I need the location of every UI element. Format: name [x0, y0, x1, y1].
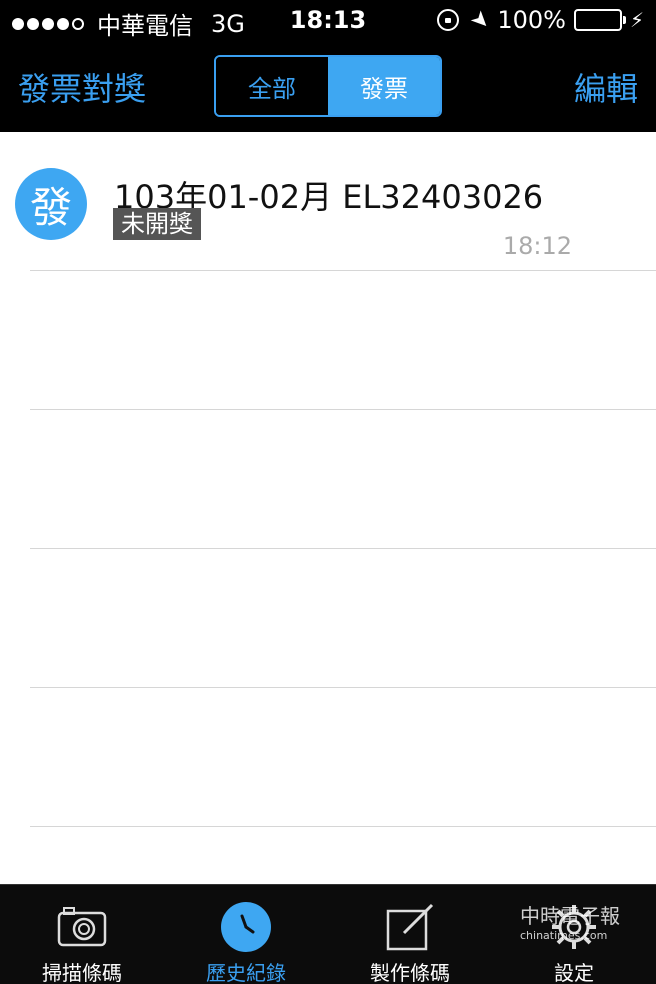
tab-label: 設定 — [554, 961, 594, 984]
clock-icon — [221, 902, 271, 952]
segmented-control: 全部 發票 — [214, 55, 442, 117]
battery-percent: 100% — [497, 6, 566, 34]
empty-row — [0, 688, 656, 827]
tab-history[interactable]: 歷史紀錄 — [164, 885, 328, 984]
empty-row — [0, 410, 656, 549]
status-badge: 未開獎 — [113, 208, 201, 240]
avatar: 發 — [15, 168, 87, 240]
status-right: ➤ 100% ⚡ — [436, 4, 644, 36]
charging-bolt-icon: ⚡ — [629, 8, 644, 32]
row-divider — [30, 826, 656, 827]
battery-icon — [573, 9, 626, 31]
tab-label: 掃描條碼 — [42, 961, 122, 984]
history-list: 發 103年01-02月 EL32403026 未開獎 18:12 — [0, 132, 656, 884]
watermark-sub: chinatimes.com — [520, 929, 608, 942]
list-item[interactable]: 發 103年01-02月 EL32403026 未開獎 18:12 — [0, 132, 656, 271]
edit-icon — [386, 903, 434, 951]
status-bar: 中華電信 3G 18:13 ➤ 100% ⚡ — [0, 0, 656, 40]
camera-icon — [57, 907, 107, 947]
tab-scan[interactable]: 掃描條碼 — [0, 885, 164, 984]
edit-button[interactable]: 編輯 — [574, 64, 638, 110]
navigation-bar: 發票對獎 全部 發票 編輯 — [0, 40, 656, 132]
watermark-logo: 中時電子報 chinatimes.com — [520, 900, 620, 942]
empty-row — [0, 271, 656, 410]
location-arrow-icon: ➤ — [464, 4, 496, 36]
segment-invoice[interactable]: 發票 — [328, 57, 440, 115]
tab-create-barcode[interactable]: 製作條碼 — [328, 885, 492, 984]
item-time: 18:12 — [502, 232, 572, 260]
tab-label: 歷史紀錄 — [206, 961, 286, 984]
rotation-lock-icon — [436, 9, 459, 31]
empty-row — [0, 549, 656, 688]
tab-label: 製作條碼 — [370, 961, 450, 984]
nav-title-button[interactable]: 發票對獎 — [18, 64, 146, 110]
segment-all[interactable]: 全部 — [216, 57, 328, 115]
watermark-text: 中時電子報 — [520, 904, 620, 928]
